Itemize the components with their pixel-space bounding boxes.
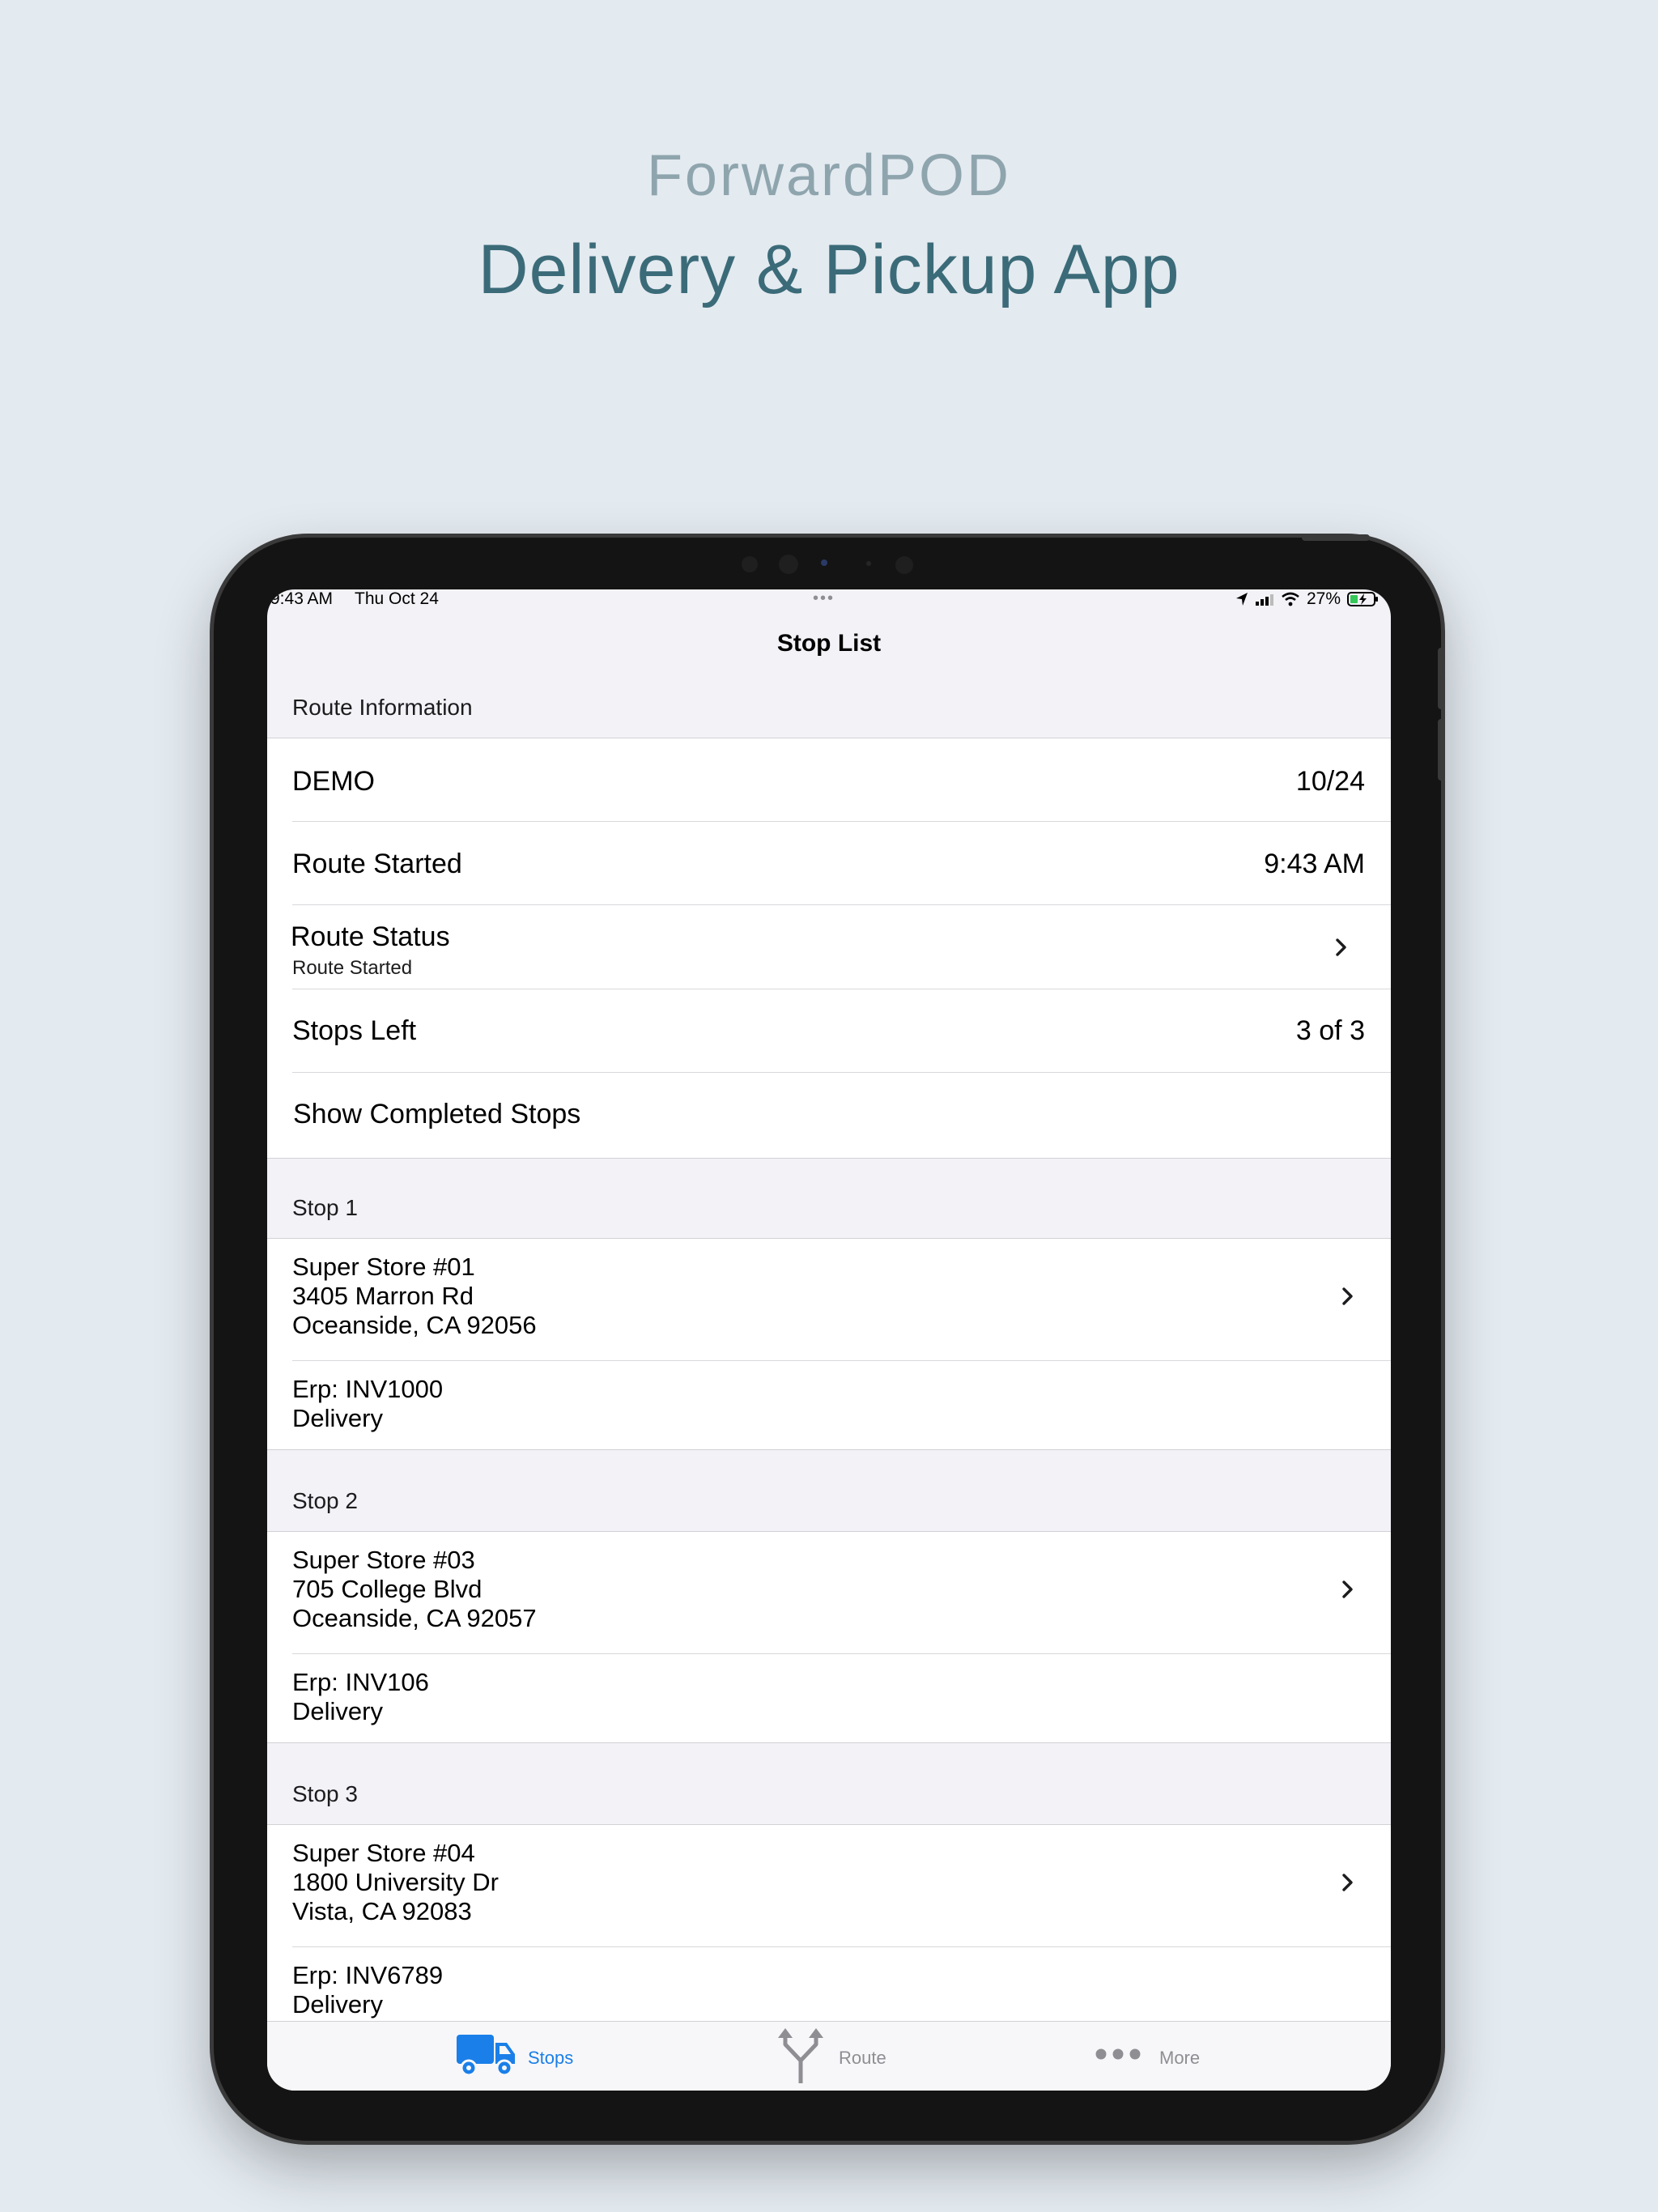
stop-3-address-row[interactable]: Super Store #04 1800 University Dr Vista… <box>267 1825 1391 1946</box>
route-status-value: Route Started <box>292 957 413 979</box>
battery-percent: 27% <box>1306 589 1341 608</box>
chevron-right-icon <box>1342 1874 1353 1891</box>
stop-1-address: Super Store #01 3405 Marron Rd Oceanside… <box>292 1253 537 1340</box>
tab-bar: Stops Route More <box>267 2021 1391 2091</box>
show-completed-stops-button[interactable]: Show Completed Stops <box>267 1073 1391 1157</box>
stop-1-detail: Erp: INV1000 Delivery <box>292 1375 443 1433</box>
route-split-icon <box>778 2028 823 2083</box>
chevron-right-icon <box>1342 1287 1353 1305</box>
tab-route[interactable]: Route <box>769 2022 1012 2091</box>
status-bar: 9:43 AM Thu Oct 24 ••• 27% <box>267 589 1391 609</box>
tab-more-label: More <box>1159 2048 1201 2068</box>
stop-1-street: 3405 Marron Rd <box>292 1282 474 1310</box>
stop-3-city: Vista, CA 92083 <box>292 1897 472 1925</box>
stop-2-detail-row: Erp: INV106 Delivery <box>267 1654 1391 1742</box>
volume-down-button <box>1438 719 1444 781</box>
route-started-value: 9:43 AM <box>1264 849 1365 879</box>
more-dots-icon <box>1095 2048 1141 2060</box>
stops-left-label: Stops Left <box>292 1015 417 1046</box>
stop-2-group: Super Store #03 705 College Blvd Oceansi… <box>267 1531 1391 1743</box>
stop-1-header: Stop 1 <box>292 1195 358 1220</box>
wifi-icon <box>1282 592 1299 606</box>
stop-2-type: Delivery <box>292 1697 383 1725</box>
show-completed-stops-label: Show Completed Stops <box>293 1099 581 1129</box>
route-status-label: Route Status <box>291 921 450 952</box>
stop-3-address: Super Store #04 1800 University Dr Vista… <box>292 1839 499 1926</box>
stop-1-erp: Erp: INV1000 <box>292 1375 444 1403</box>
route-started-label: Route Started <box>292 849 462 879</box>
promo-brand: ForwardPOD <box>646 143 1012 208</box>
top-button <box>1302 534 1370 541</box>
route-info-group: DEMO 10/24 Route Started 9:43 AM Route S… <box>267 738 1391 1159</box>
status-time: 9:43 AM <box>270 589 334 608</box>
stop-3-header: Stop 3 <box>292 1781 358 1806</box>
route-status-row[interactable]: Route Status Route Started <box>267 905 1391 989</box>
stops-left-value: 3 of 3 <box>1295 1015 1365 1046</box>
battery-charging-icon <box>1347 592 1378 606</box>
chevron-right-icon <box>1336 938 1346 956</box>
stop-3-name: Super Store #04 <box>292 1839 475 1867</box>
tab-stops[interactable]: Stops <box>429 2022 672 2091</box>
stop-1-address-row[interactable]: Super Store #01 3405 Marron Rd Oceanside… <box>267 1239 1391 1360</box>
tab-route-label: Route <box>839 2048 886 2068</box>
stop-2-address: Super Store #03 705 College Blvd Oceansi… <box>292 1546 537 1633</box>
tab-stops-label: Stops <box>528 2048 574 2068</box>
truck-icon <box>457 2035 515 2077</box>
status-indicators: 27% <box>1235 589 1380 609</box>
stop-2-name: Super Store #03 <box>292 1546 475 1574</box>
camera-bar <box>737 553 923 574</box>
stops-left-row: Stops Left 3 of 3 <box>267 989 1391 1072</box>
stop-1-group: Super Store #01 3405 Marron Rd Oceanside… <box>267 1238 1391 1450</box>
stop-3-detail: Erp: INV6789 Delivery <box>292 1961 443 2019</box>
signal-icon <box>1255 594 1273 606</box>
page-title: Stop List <box>776 630 882 657</box>
route-name: DEMO <box>292 766 375 797</box>
stop-1-city: Oceanside, CA 92056 <box>292 1311 537 1339</box>
promo-tagline: Delivery & Pickup App <box>478 231 1180 308</box>
status-date: Thu Oct 24 <box>355 589 439 608</box>
stop-1-detail-row: Erp: INV1000 Delivery <box>267 1361 1391 1448</box>
route-name-row: DEMO 10/24 <box>267 738 1391 821</box>
stop-1-name: Super Store #01 <box>292 1253 475 1281</box>
stop-1-type: Delivery <box>292 1404 383 1432</box>
chevron-right-icon <box>1342 1580 1353 1598</box>
stop-3-type: Delivery <box>292 1990 383 2018</box>
stop-3-erp: Erp: INV6789 <box>292 1961 444 1989</box>
app-screen: 9:43 AM Thu Oct 24 ••• 27% Stop List Rou… <box>267 589 1391 2091</box>
stop-2-header: Stop 2 <box>292 1488 358 1513</box>
stop-2-detail: Erp: INV106 Delivery <box>292 1668 429 1726</box>
tab-more[interactable]: More <box>1093 2022 1336 2091</box>
stop-2-address-row[interactable]: Super Store #03 705 College Blvd Oceansi… <box>267 1532 1391 1653</box>
route-started-row: Route Started 9:43 AM <box>267 822 1391 904</box>
route-date: 10/24 <box>1295 766 1365 797</box>
location-arrow-icon <box>1235 593 1248 606</box>
multitasking-dots-icon[interactable]: ••• <box>813 590 835 606</box>
stop-2-erp: Erp: INV106 <box>292 1668 429 1696</box>
route-info-header: Route Information <box>292 695 473 720</box>
stop-2-street: 705 College Blvd <box>292 1575 483 1603</box>
stop-2-city: Oceanside, CA 92057 <box>292 1604 537 1632</box>
volume-up-button <box>1438 648 1444 709</box>
stop-3-street: 1800 University Dr <box>292 1868 499 1896</box>
